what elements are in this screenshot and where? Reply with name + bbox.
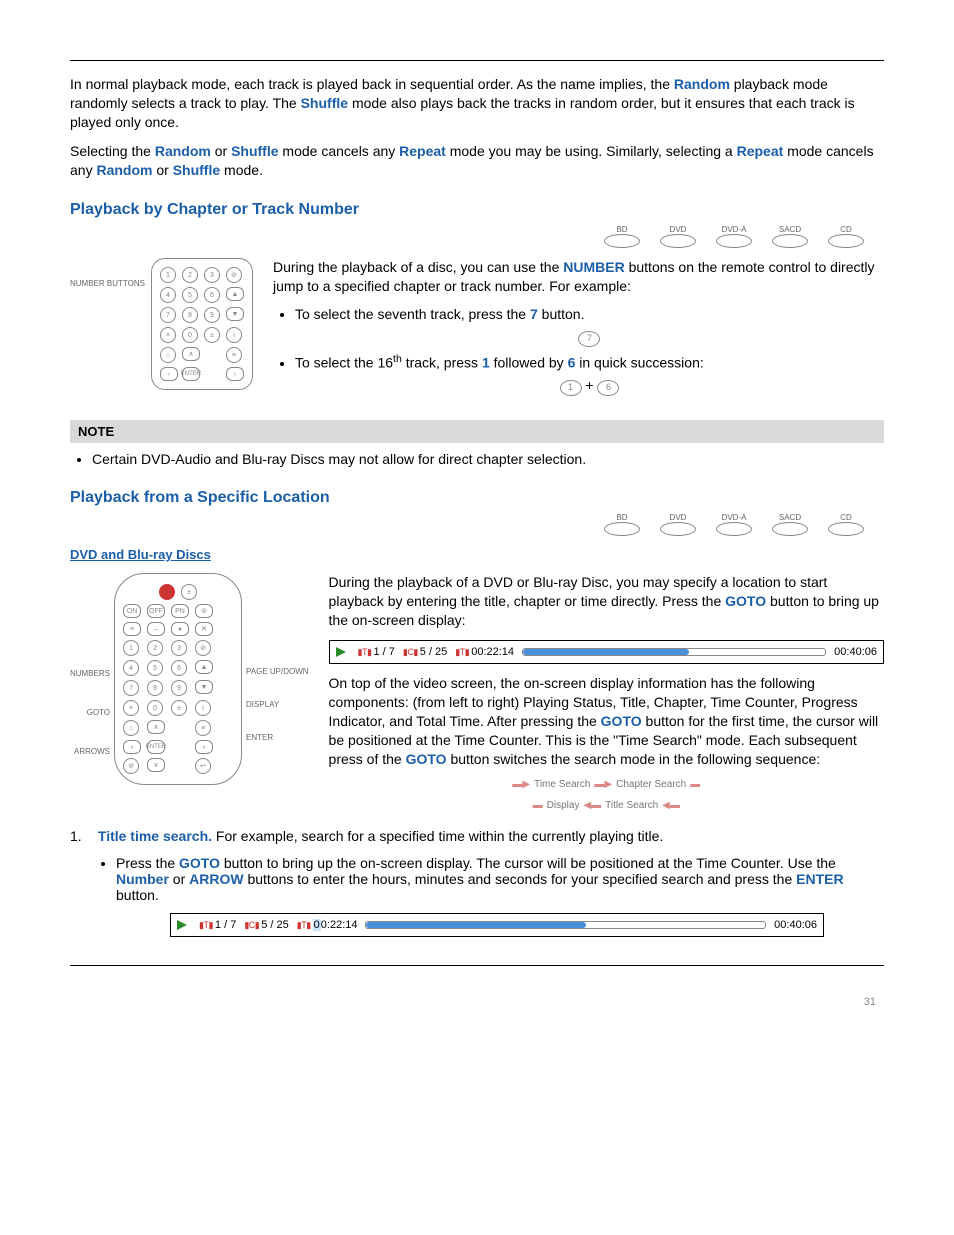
chapter-icon: ▮C▮ bbox=[403, 647, 418, 658]
list-item: To select the seventh track, press the 7… bbox=[295, 306, 884, 347]
term-random: Random bbox=[674, 76, 730, 92]
key-7-icon: 7 bbox=[578, 331, 600, 347]
list-item: Press the GOTO button to bring up the on… bbox=[116, 855, 884, 903]
osd-bar-1: ▮T▮1 / 7 ▮C▮5 / 25 ▮T▮00:22:14 00:40:06 bbox=[329, 640, 884, 664]
section-heading-chapter-track: Playback by Chapter or Track Number bbox=[70, 201, 884, 219]
key-1-icon: 1 bbox=[560, 380, 582, 396]
time-icon: ▮T▮ bbox=[455, 647, 469, 658]
section-heading-specific-location: Playback from a Specific Location bbox=[70, 489, 884, 507]
key-6-icon: 6 bbox=[597, 380, 619, 396]
remote-keypad-icon: 123⊘ 456▲ 789▼ ×0±i ⌂∧≡ ‹ENTER› bbox=[151, 258, 253, 390]
subsection-heading: DVD and Blu-ray Discs bbox=[70, 546, 884, 564]
progress-bar bbox=[522, 648, 826, 656]
list-item: To select the 16th track, press 1 follow… bbox=[295, 353, 884, 396]
remote-label-number-buttons: NUMBER BUTTONS bbox=[70, 280, 145, 289]
play-icon bbox=[177, 920, 187, 930]
title-icon: ▮T▮ bbox=[358, 647, 372, 658]
osd-bar-2: ▮T▮1 / 7 ▮C▮5 / 25 ▮T▮00:22:14 00:40:06 bbox=[170, 913, 824, 937]
intro-paragraph-1: In normal playback mode, each track is p… bbox=[70, 75, 884, 132]
sequence-diagram: ▬▶Time Search ▬▶Chapter Search ▬ bbox=[329, 779, 884, 790]
term-shuffle: Shuffle bbox=[301, 95, 348, 111]
disc-badges-2: BD DVD DVD-A SACD CD bbox=[70, 513, 884, 536]
note-heading: NOTE bbox=[70, 420, 884, 443]
time-cursor-highlight: 0 bbox=[313, 919, 321, 931]
progress-bar bbox=[365, 921, 766, 929]
disc-badges: BD DVD DVD-A SACD CD bbox=[70, 225, 884, 248]
page-number: 31 bbox=[864, 996, 876, 1008]
play-icon bbox=[336, 647, 346, 657]
remote-full-icon: ± ONOFFPN⊘ ≡–♦✕ 123⊘ 456▲ 789▼ ×0±i ⌂∧≡ … bbox=[114, 573, 242, 785]
note-item: Certain DVD-Audio and Blu-ray Discs may … bbox=[92, 451, 884, 467]
term-repeat: Repeat bbox=[399, 143, 446, 159]
intro-paragraph-2: Selecting the Random or Shuffle mode can… bbox=[70, 142, 884, 180]
